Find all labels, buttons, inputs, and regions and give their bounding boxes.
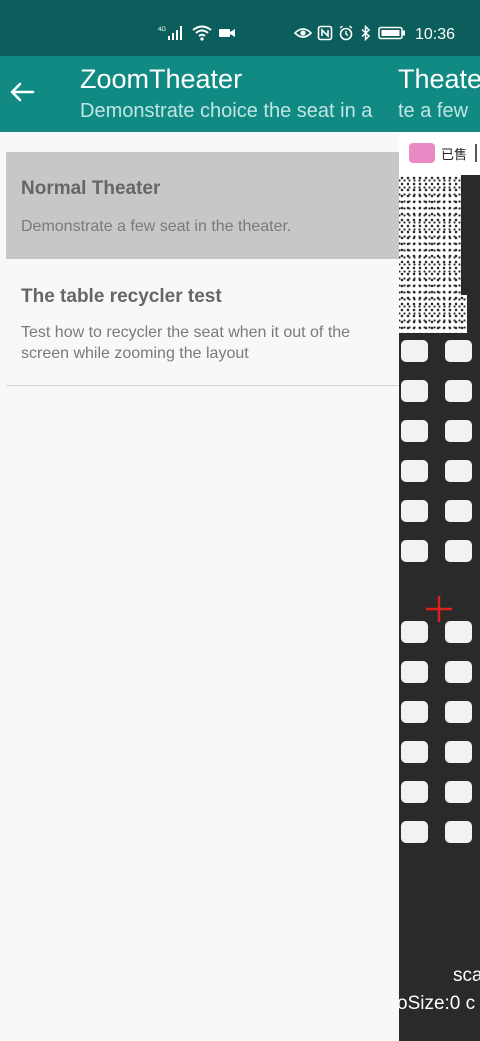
network-type-label: 4G (158, 27, 166, 33)
battery-icon (378, 26, 406, 45)
seat[interactable] (445, 621, 472, 643)
seat[interactable] (445, 540, 472, 562)
app-bar: ZoomTheater Demonstrate choice the seat … (0, 56, 480, 132)
eye-icon (293, 26, 313, 45)
seat[interactable] (445, 500, 472, 522)
list-item-description: Demonstrate a few seat in the theater. (21, 218, 292, 235)
bluetooth-icon (359, 24, 373, 46)
arrow-left-icon (9, 81, 35, 108)
wifi-icon (192, 25, 212, 46)
status-icons-left: 4G (158, 24, 236, 46)
sold-seat-swatch (409, 143, 435, 163)
seat[interactable] (401, 540, 428, 562)
list-item-normal-theater[interactable]: Normal Theater Demonstrate a few seat in… (6, 152, 399, 259)
seat[interactable] (445, 781, 472, 803)
video-icon (218, 26, 236, 45)
seat[interactable] (445, 340, 472, 362)
app-title: ZoomTheater (80, 64, 243, 94)
crosshair-icon (425, 595, 453, 623)
seat[interactable] (445, 701, 472, 723)
sold-seat-label: 已售 (441, 148, 468, 163)
seat[interactable] (401, 460, 428, 482)
alarm-icon (338, 24, 354, 46)
seat[interactable] (401, 340, 428, 362)
debug-overlay: sca oSize:0 c (399, 960, 480, 1041)
seat[interactable] (445, 460, 472, 482)
status-bar: 4G 10:36 (0, 0, 480, 56)
seat[interactable] (401, 661, 428, 683)
seat[interactable] (401, 821, 428, 843)
seat[interactable] (401, 701, 428, 723)
debug-text-line-1: sca (453, 965, 480, 986)
screen-area (399, 175, 467, 333)
seat[interactable] (401, 621, 428, 643)
seat[interactable] (401, 741, 428, 763)
nfc-icon (317, 25, 333, 46)
background-screen-title: Theater (398, 64, 480, 94)
seat[interactable] (401, 420, 428, 442)
list-item-table-recycler-test[interactable]: The table recycler test Test how to recy… (6, 262, 399, 386)
seat-map[interactable] (399, 175, 480, 1041)
legend-divider (475, 144, 477, 162)
demo-list: Normal Theater Demonstrate a few seat in… (0, 132, 399, 1041)
seat[interactable] (445, 661, 472, 683)
seat[interactable] (445, 380, 472, 402)
seat[interactable] (445, 420, 472, 442)
screen-area-edge (461, 175, 480, 295)
app-subtitle: Demonstrate choice the seat in a (80, 100, 373, 122)
back-button[interactable] (6, 76, 38, 112)
status-icons-right: 10:36 (293, 24, 456, 46)
signal-icon: 4G (158, 25, 186, 46)
clock: 10:36 (415, 26, 456, 43)
seat-legend: 已售 (399, 132, 480, 175)
seat[interactable] (401, 380, 428, 402)
list-item-description: Test how to recycler the seat when it ou… (21, 324, 351, 362)
list-item-title: The table recycler test (21, 286, 222, 307)
debug-text-line-2: oSize:0 c (399, 993, 476, 1014)
seat[interactable] (401, 500, 428, 522)
list-item-title: Normal Theater (21, 178, 161, 199)
seat[interactable] (445, 821, 472, 843)
seat[interactable] (401, 781, 428, 803)
background-screen-subtitle: te a few (398, 100, 469, 122)
seat[interactable] (445, 741, 472, 763)
